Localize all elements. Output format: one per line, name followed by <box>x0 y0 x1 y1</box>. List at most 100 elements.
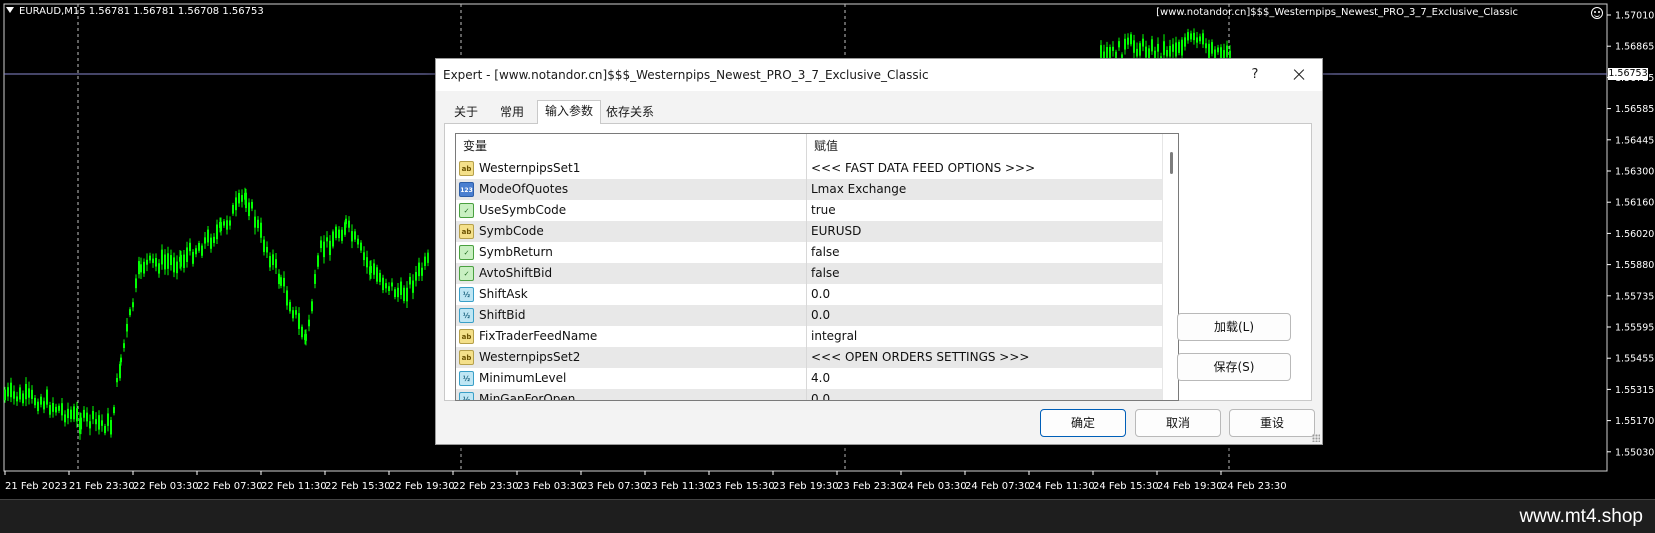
candle-body <box>305 333 307 341</box>
table-row[interactable]: ab SymbCode EURUSD <box>456 221 1162 242</box>
candle-body <box>269 256 271 268</box>
double-type-icon: ½ <box>459 371 474 386</box>
dialog-titlebar[interactable]: Expert - [www.notandor.cn]$$$_Westernpip… <box>436 59 1322 91</box>
candle-body <box>373 263 375 275</box>
table-row[interactable]: ab FixTraderFeedName integral <box>456 326 1162 347</box>
table-row[interactable]: ab WesternpipsSet1 <<< FAST DATA FEED OPTI… <box>456 158 1162 179</box>
resize-grip-icon[interactable] <box>1312 434 1320 442</box>
scrollbar-thumb[interactable] <box>1170 152 1173 174</box>
help-button[interactable]: ? <box>1242 62 1268 88</box>
candle-body <box>55 406 57 413</box>
candle-body <box>25 383 27 400</box>
candle-body <box>283 277 285 287</box>
candle-body <box>1187 32 1189 41</box>
candle-body <box>357 238 359 245</box>
candle-body <box>275 259 277 268</box>
parameter-value[interactable]: false <box>811 242 1161 263</box>
candle-body <box>73 406 75 420</box>
candle-body <box>1196 37 1198 43</box>
time-label: 22 Feb 15:30 <box>325 481 391 492</box>
candle-body <box>338 229 340 239</box>
candle-body <box>1211 42 1213 54</box>
load-button[interactable]: 加载(L) <box>1177 313 1291 341</box>
parameter-value[interactable]: 4.0 <box>811 368 1161 389</box>
candle-body <box>31 389 33 399</box>
candle-body <box>295 310 297 315</box>
close-icon[interactable] <box>1286 62 1312 88</box>
tab-dependencies[interactable]: 依存关系 <box>601 102 659 123</box>
candle-body <box>391 282 393 287</box>
candle-body <box>1226 45 1228 58</box>
parameter-name: WesternpipsSet1 <box>479 161 581 175</box>
table-row[interactable]: ½ ShiftAsk 0.0 <box>456 284 1162 305</box>
parameter-value[interactable]: true <box>811 200 1161 221</box>
candle-body <box>7 387 9 397</box>
time-label: 22 Feb 23:30 <box>453 481 519 492</box>
parameter-value[interactable]: 0.0 <box>811 305 1161 326</box>
candle-body <box>289 302 291 312</box>
candle-body <box>152 258 154 263</box>
dropdown-triangle-icon[interactable] <box>6 7 14 13</box>
candle-body <box>415 271 417 281</box>
candle-body <box>1157 43 1159 52</box>
cancel-button[interactable]: 取消 <box>1135 409 1221 437</box>
parameter-value[interactable]: false <box>811 263 1161 284</box>
table-row[interactable]: ½ ShiftBid 0.0 <box>456 305 1162 326</box>
ok-button[interactable]: 确定 <box>1040 409 1126 437</box>
candle-body <box>379 272 381 282</box>
candle-body <box>186 247 188 263</box>
expert-properties-dialog: Expert - [www.notandor.cn]$$$_Westernpip… <box>435 58 1323 445</box>
table-row[interactable]: 123 ModeOfQuotes Lmax Exchange <box>456 179 1162 200</box>
save-button[interactable]: 保存(S) <box>1177 353 1291 381</box>
candle-body <box>70 409 72 419</box>
candle-body <box>101 420 103 426</box>
reset-button[interactable]: 重设 <box>1229 409 1315 437</box>
table-row[interactable]: ½ MinGapForOpen 0.0 <box>456 389 1162 400</box>
candle-body <box>370 266 372 274</box>
parameter-name: ShiftAsk <box>479 287 528 301</box>
candle-body <box>80 417 82 430</box>
tab-about[interactable]: 关于 <box>444 102 488 123</box>
parameter-name: SymbReturn <box>479 245 553 259</box>
parameter-value[interactable]: integral <box>811 326 1161 347</box>
table-row[interactable]: ✓ SymbReturn false <box>456 242 1162 263</box>
price-label: 1.56160 <box>1615 198 1654 209</box>
candle-body <box>10 382 12 398</box>
candle-body <box>301 326 303 338</box>
table-row[interactable]: ✓ AvtoShiftBid false <box>456 263 1162 284</box>
tab-inputs[interactable]: 输入参数 <box>537 100 601 124</box>
candle-body <box>161 249 163 265</box>
parameter-value[interactable]: Lmax Exchange <box>811 179 1161 200</box>
table-row[interactable]: ✓ UseSymbCode true <box>456 200 1162 221</box>
candle-body <box>43 401 45 410</box>
table-row[interactable]: ab WesternpipsSet2 <<< OPEN ORDERS SETTING… <box>456 347 1162 368</box>
bool-type-icon: ✓ <box>459 203 474 218</box>
parameter-value[interactable]: 0.0 <box>811 389 1161 400</box>
candle-body <box>1139 43 1141 56</box>
table-row[interactable]: ½ MinimumLevel 4.0 <box>456 368 1162 389</box>
candle-body <box>320 240 322 249</box>
parameter-value[interactable]: 0.0 <box>811 284 1161 305</box>
tab-common[interactable]: 常用 <box>488 102 536 123</box>
parameter-value[interactable]: <<< FAST DATA FEED OPTIONS >>> <box>811 158 1161 179</box>
price-label: 1.56020 <box>1615 229 1654 240</box>
column-divider <box>806 326 807 347</box>
candle-body <box>388 286 390 291</box>
candle-body <box>86 412 88 422</box>
candle-body <box>418 262 420 277</box>
candle-body <box>1118 41 1120 48</box>
candle-body <box>98 415 100 430</box>
parameter-value[interactable]: EURUSD <box>811 221 1161 242</box>
parameter-value[interactable]: <<< OPEN ORDERS SETTINGS >>> <box>811 347 1161 368</box>
input-parameters-table[interactable]: 变量 赋值 ab WesternpipsSet1 <<< FAST DATA FEE… <box>455 133 1179 401</box>
column-header-value[interactable]: 赋值 <box>807 134 1162 158</box>
time-label: 23 Feb 19:30 <box>773 481 839 492</box>
column-divider <box>806 347 807 368</box>
candle-body <box>314 274 316 284</box>
candle-body <box>213 236 215 243</box>
candle-body <box>311 301 313 312</box>
column-header-variable[interactable]: 变量 <box>456 134 806 158</box>
candle-body <box>376 267 378 282</box>
candle-body <box>123 343 125 348</box>
candle-body <box>170 255 172 266</box>
